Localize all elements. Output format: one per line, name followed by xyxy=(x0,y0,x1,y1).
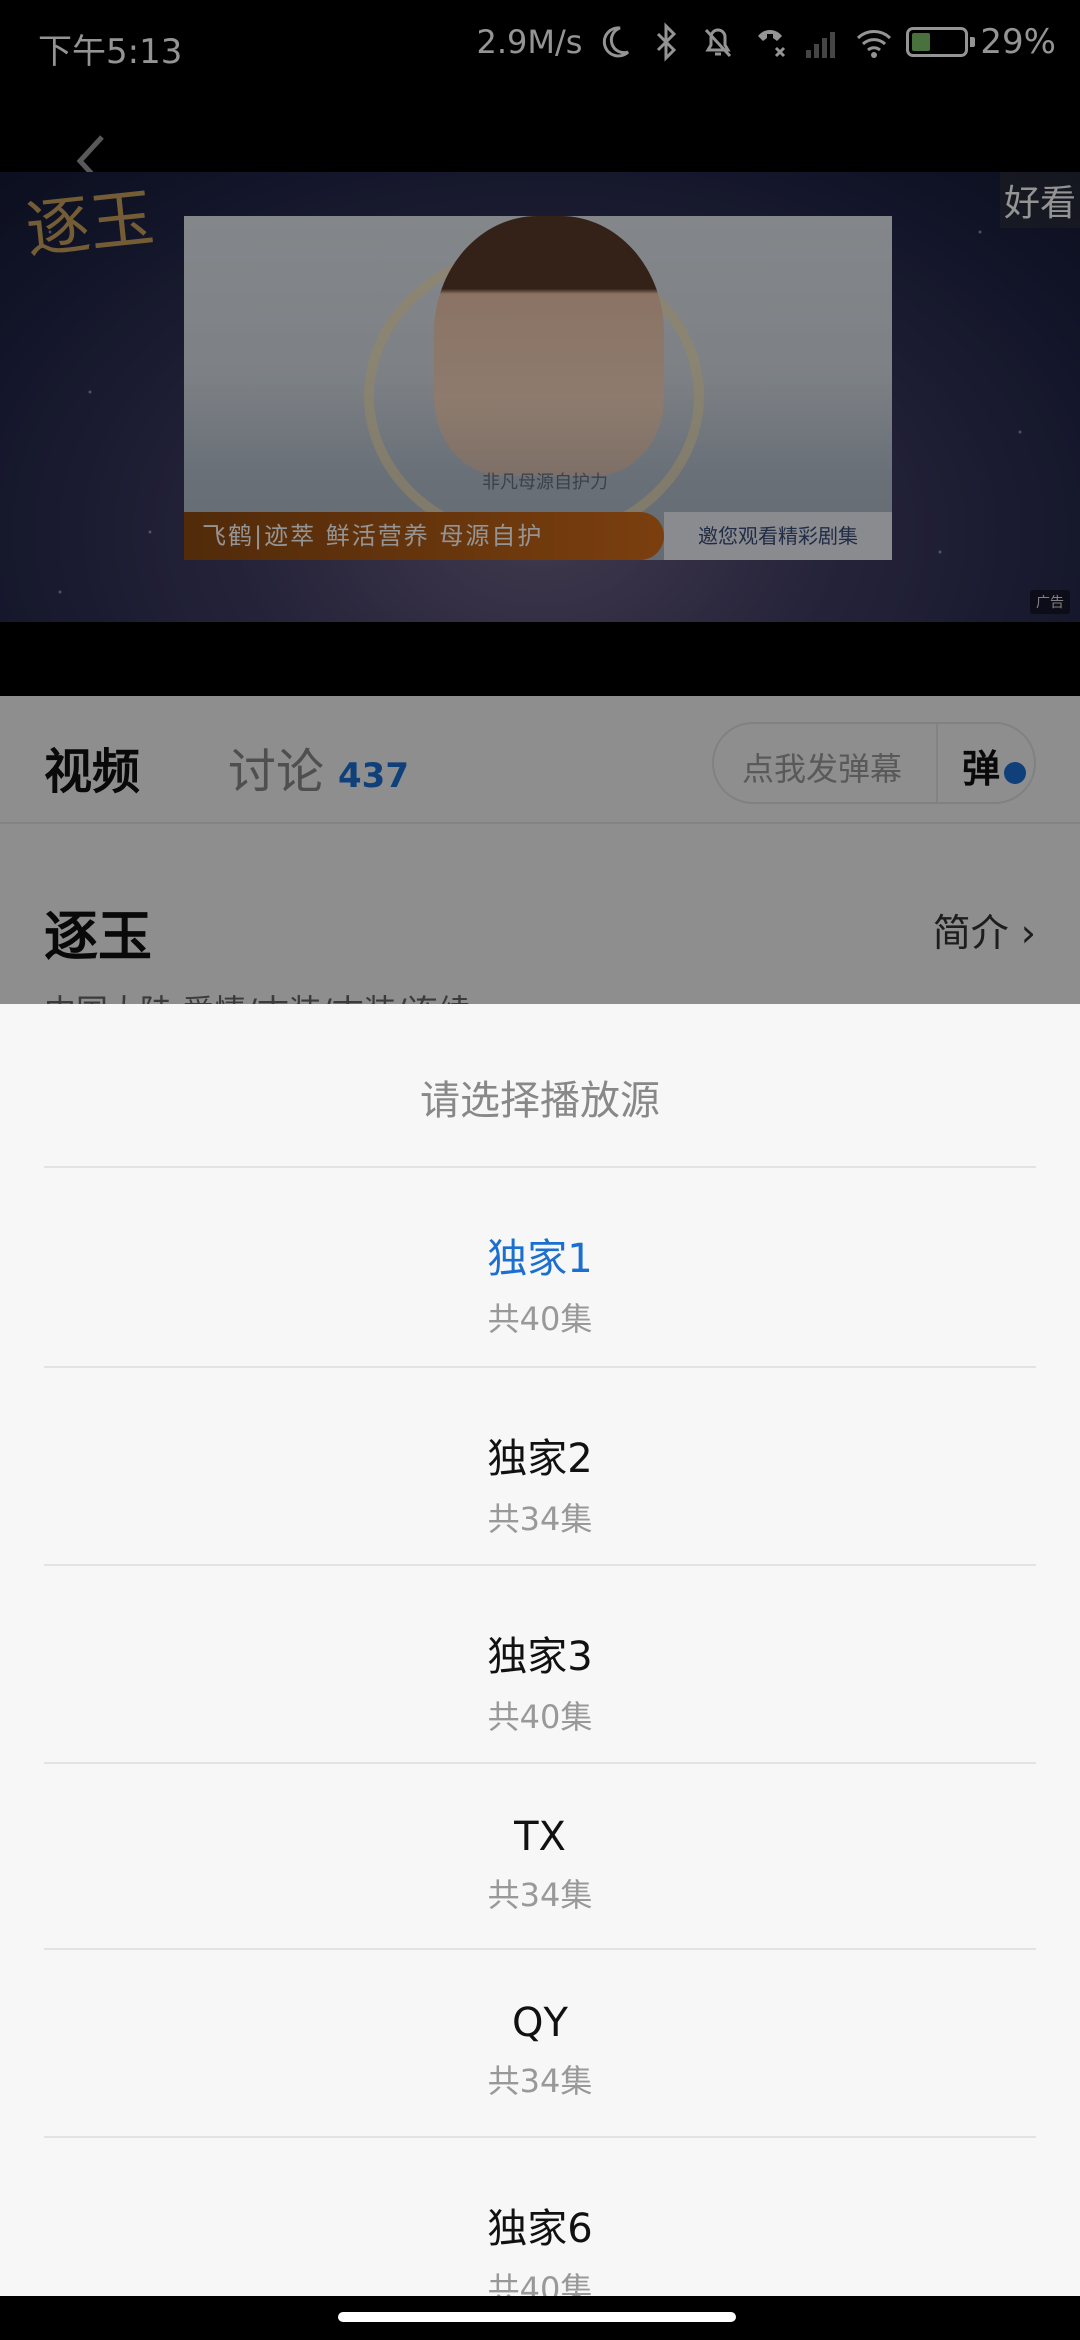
source-count: 共40集 xyxy=(487,1300,593,1338)
source-count: 共34集 xyxy=(487,1876,593,1914)
source-count: 共40集 xyxy=(487,1698,593,1736)
source-item[interactable]: TX 共34集 xyxy=(44,1764,1036,1950)
source-name: 独家1 xyxy=(487,1236,593,1282)
source-item[interactable]: 独家2 共34集 xyxy=(44,1368,1036,1566)
sheet-title: 请选择播放源 xyxy=(420,1078,660,1124)
source-item[interactable]: QY 共34集 xyxy=(44,1950,1036,2138)
source-count: 共34集 xyxy=(487,2062,593,2100)
home-indicator[interactable] xyxy=(338,2312,736,2322)
source-name: 独家3 xyxy=(487,1634,593,1680)
source-list: 独家1 共40集 独家2 共34集 独家3 共40集 TX 共34集 QY 共3… xyxy=(44,1168,1036,2338)
source-name: QY xyxy=(512,2000,568,2046)
modal-overlay[interactable] xyxy=(0,0,1080,1004)
navigation-bar xyxy=(0,2296,1080,2340)
source-name: 独家2 xyxy=(487,1436,593,1482)
source-name: TX xyxy=(514,1814,566,1860)
source-item[interactable]: 独家3 共40集 xyxy=(44,1566,1036,1764)
source-count: 共34集 xyxy=(487,1500,593,1538)
source-picker-sheet: 请选择播放源 独家1 共40集 独家2 共34集 独家3 共40集 TX 共34… xyxy=(0,1004,1080,2340)
source-name: 独家6 xyxy=(487,2206,593,2252)
source-item[interactable]: 独家1 共40集 xyxy=(44,1168,1036,1368)
